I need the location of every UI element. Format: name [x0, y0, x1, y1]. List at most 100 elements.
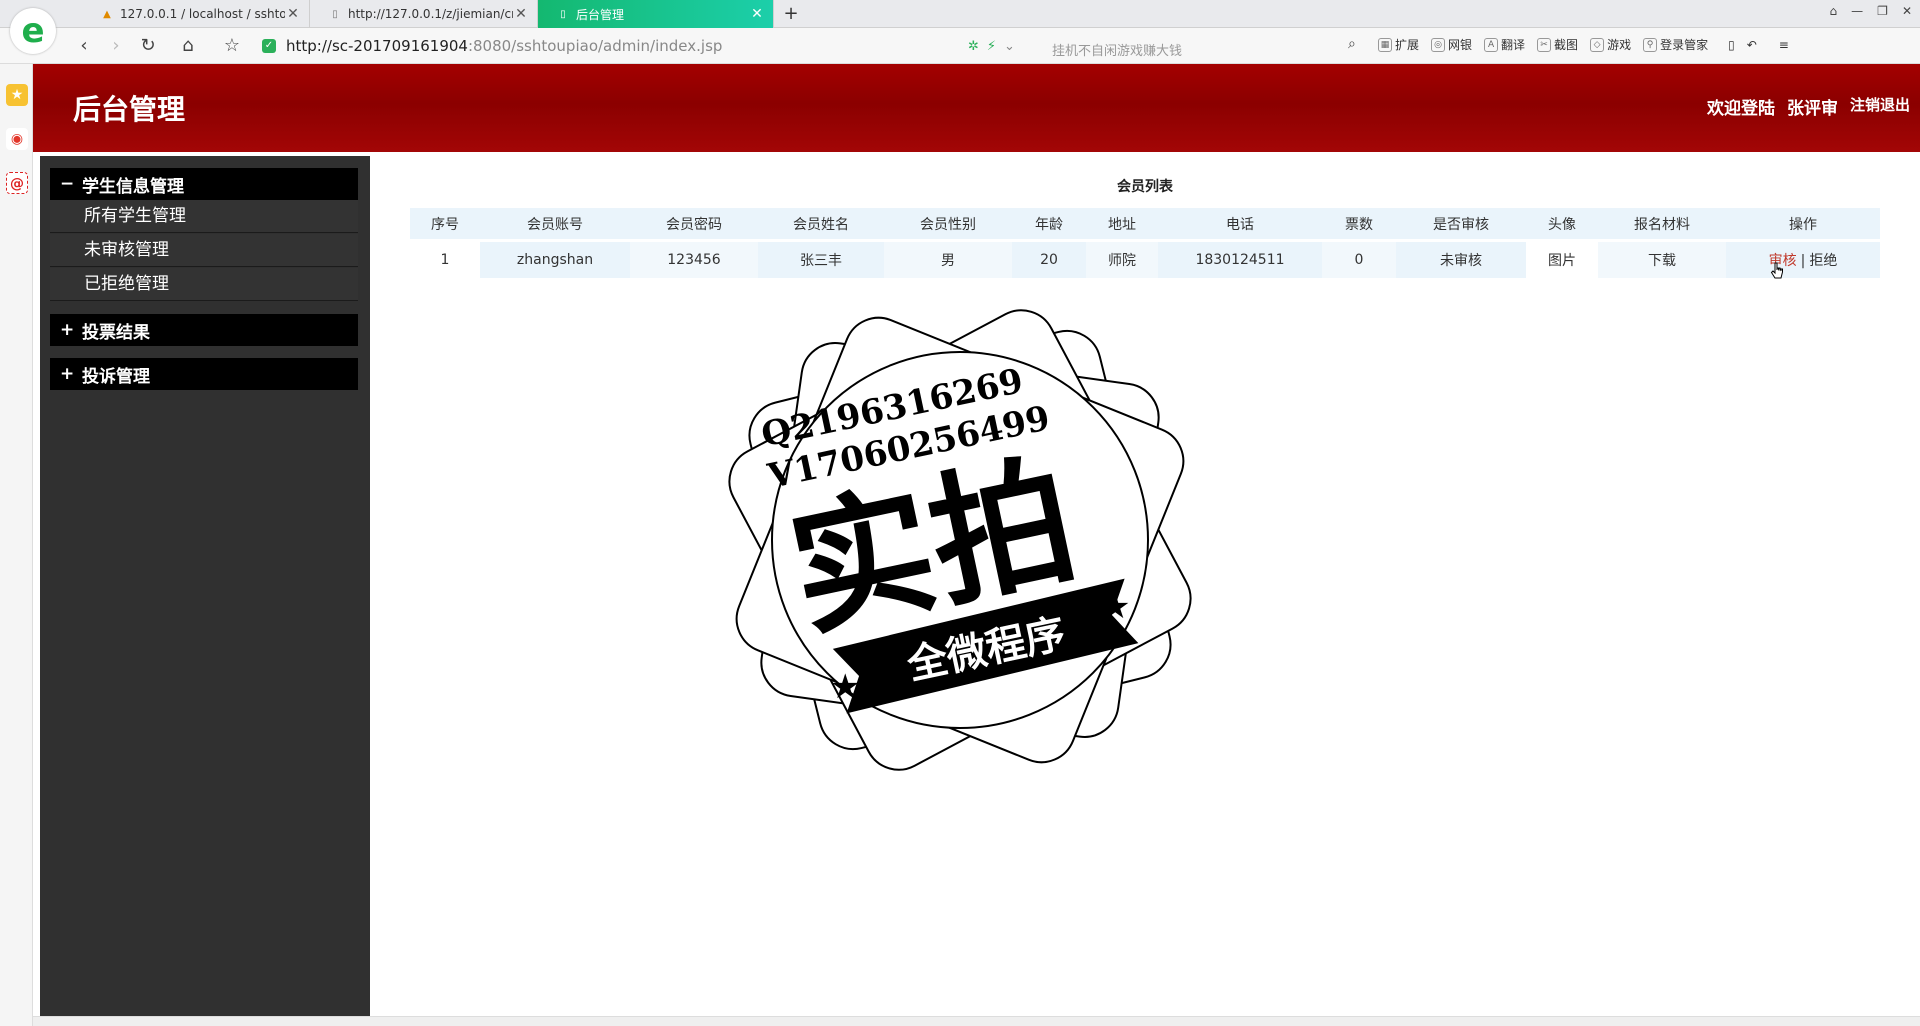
extensions-icon: ▦ — [1378, 37, 1392, 52]
avatar-link[interactable]: 图片 — [1526, 242, 1598, 278]
close-icon[interactable]: ✕ — [513, 6, 529, 22]
col-index: 序号 — [410, 208, 480, 242]
op-separator: | — [1800, 253, 1806, 269]
expand-icon: + — [60, 320, 75, 340]
close-icon[interactable]: ✕ — [749, 6, 765, 22]
bookmark-star-icon[interactable]: ☆ — [220, 34, 244, 58]
col-review-status: 是否审核 — [1396, 208, 1526, 242]
login-manager-button[interactable]: ⚲ 登录管家 — [1643, 36, 1708, 53]
sidebar-item-all-students[interactable]: 所有学生管理 — [50, 200, 358, 233]
col-material: 报名材料 — [1598, 208, 1726, 242]
speed-mode-icon[interactable]: ⚡ — [987, 39, 996, 54]
translate-button[interactable]: A 翻译 — [1484, 36, 1525, 53]
username: 张评审 — [1786, 99, 1838, 119]
sidebar-item-rejected[interactable]: 已拒绝管理 — [50, 268, 358, 301]
tab-admin[interactable]: ▯ 后台管理 ✕ — [538, 0, 774, 28]
close-icon[interactable]: ✕ — [285, 6, 301, 22]
address-bar[interactable]: ✓ http://sc-201709161904 :8080/sshtoupia… — [262, 34, 1352, 58]
sidebar-group-label: 投票结果 — [82, 322, 150, 343]
reload-icon[interactable]: ↻ — [136, 34, 160, 58]
forward-icon[interactable]: › — [104, 34, 128, 58]
cell-phone: 1830124511 — [1158, 242, 1322, 278]
sidebar-group-label: 学生信息管理 — [82, 176, 184, 197]
sidebar-item-pending-review[interactable]: 未审核管理 — [50, 234, 358, 267]
favorites-star-icon[interactable]: ★ — [6, 84, 28, 106]
sidebar-group-vote-results[interactable]: + 投票结果 — [50, 314, 358, 346]
mail-icon[interactable]: @ — [6, 172, 28, 194]
phpmyadmin-icon: ▲ — [103, 8, 111, 20]
col-account: 会员账号 — [480, 208, 630, 242]
col-address: 地址 — [1086, 208, 1158, 242]
translate-label: 翻译 — [1501, 38, 1526, 52]
tab-create-page[interactable]: ▯ http://127.0.0.1/z/jiemian/create ✕ — [310, 0, 538, 28]
hand-cursor-icon — [1770, 262, 1783, 279]
cell-index: 1 — [410, 242, 480, 278]
reject-link[interactable]: 拒绝 — [1809, 253, 1837, 269]
search-box[interactable]: 挂机不自闲游戏赚大钱 — [1052, 40, 1182, 59]
col-avatar: 头像 — [1526, 208, 1598, 242]
page-header: 后台管理 欢迎登陆 张评审 注销退出 — [33, 64, 1920, 152]
new-tab-button[interactable]: + — [780, 3, 802, 25]
sidebar-group-label: 投诉管理 — [82, 366, 150, 387]
undo-icon[interactable]: ↶ — [1747, 38, 1757, 52]
cell-address: 师院 — [1086, 242, 1158, 278]
welcome-text: 欢迎登陆 — [1706, 99, 1775, 119]
cell-votes: 0 — [1322, 242, 1396, 278]
url-host: http://sc-201709161904 — [286, 37, 468, 55]
cell-account: zhangshan — [480, 242, 630, 278]
games-label: 游戏 — [1607, 38, 1632, 52]
star-icon: ★ — [830, 667, 860, 707]
close-window-icon[interactable]: ✕ — [1902, 4, 1912, 18]
sidebar-toggle-icon[interactable]: ▯ — [1728, 38, 1735, 52]
weibo-icon[interactable]: ◉ — [6, 128, 28, 150]
tab-label: 后台管理 — [576, 7, 625, 22]
tab-phpmyadmin[interactable]: ▲ 127.0.0.1 / localhost / sshtoupiao ✕ — [82, 0, 310, 28]
member-table: 序号 会员账号 会员密码 会员姓名 会员性别 年龄 地址 电话 票数 是否审核 … — [410, 208, 1880, 278]
logout-link[interactable]: 注销退出 — [1850, 94, 1910, 119]
key-icon: ⚲ — [1643, 37, 1658, 52]
browser-logo-icon[interactable]: e — [10, 8, 56, 54]
cell-name: 张三丰 — [758, 242, 884, 278]
extensions-button[interactable]: ▦ 扩展 — [1378, 36, 1419, 53]
sidebar-group-complaints[interactable]: + 投诉管理 — [50, 358, 358, 390]
translate-icon: A — [1484, 37, 1499, 52]
cell-gender: 男 — [884, 242, 1012, 278]
screenshot-label: 截图 — [1554, 38, 1579, 52]
page-icon: ▯ — [332, 8, 338, 20]
table-row: 1 zhangshan 123456 张三丰 男 20 师院 183012451… — [410, 242, 1880, 278]
menu-icon[interactable]: ≡ — [1779, 38, 1789, 52]
table-header-row: 序号 会员账号 会员密码 会员姓名 会员性别 年龄 地址 电话 票数 是否审核 … — [410, 208, 1880, 242]
material-download-link[interactable]: 下载 — [1598, 242, 1726, 278]
col-votes: 票数 — [1322, 208, 1396, 242]
secure-shield-icon: ✓ — [262, 39, 276, 53]
expand-icon: + — [60, 364, 75, 384]
tab-label: http://127.0.0.1/z/jiemian/create — [348, 7, 513, 21]
collapse-icon: − — [60, 174, 75, 194]
header-user-area: 欢迎登陆 张评审 注销退出 — [1707, 94, 1910, 119]
sidebar: − 学生信息管理 所有学生管理 未审核管理 已拒绝管理 + 投票结果 + 投诉管… — [40, 156, 370, 1016]
back-icon[interactable]: ‹ — [72, 34, 96, 58]
col-operations: 操作 — [1726, 208, 1880, 242]
screenshot-button[interactable]: ✂ 截图 — [1537, 36, 1578, 53]
games-button[interactable]: ◇ 游戏 — [1590, 36, 1631, 53]
dropdown-icon[interactable]: ⌄ — [1004, 39, 1015, 54]
skin-icon[interactable]: ⌂ — [1830, 4, 1838, 18]
minimize-icon[interactable]: — — [1851, 4, 1863, 18]
restore-icon[interactable]: ❐ — [1877, 4, 1888, 18]
home-icon[interactable]: ⌂ — [176, 34, 200, 58]
col-password: 会员密码 — [630, 208, 758, 242]
window-controls: ⌂ — ❐ ✕ — [1830, 4, 1912, 18]
url-right-icons: ✲ ⚡ ⌄ — [968, 34, 1015, 58]
tab-label: 127.0.0.1 / localhost / sshtoupiao — [120, 7, 285, 21]
sidebar-group-student-info[interactable]: − 学生信息管理 — [50, 168, 358, 200]
browser-toolbar: ‹ › ↻ ⌂ ☆ ✓ http://sc-201709161904 :8080… — [0, 28, 1920, 64]
search-icon[interactable]: ⌕ — [1348, 36, 1356, 52]
browser-tab-bar: ▲ 127.0.0.1 / localhost / sshtoupiao ✕ ▯… — [0, 0, 1920, 28]
star-icon: ★ — [1100, 587, 1130, 627]
bank-button[interactable]: ◎ 网银 — [1431, 36, 1472, 53]
gamepad-icon: ◇ — [1590, 37, 1605, 52]
page-icon: ▯ — [560, 8, 566, 20]
compat-mode-icon[interactable]: ✲ — [968, 39, 979, 54]
cell-review-status: 未审核 — [1396, 242, 1526, 278]
page-title: 后台管理 — [73, 93, 186, 126]
